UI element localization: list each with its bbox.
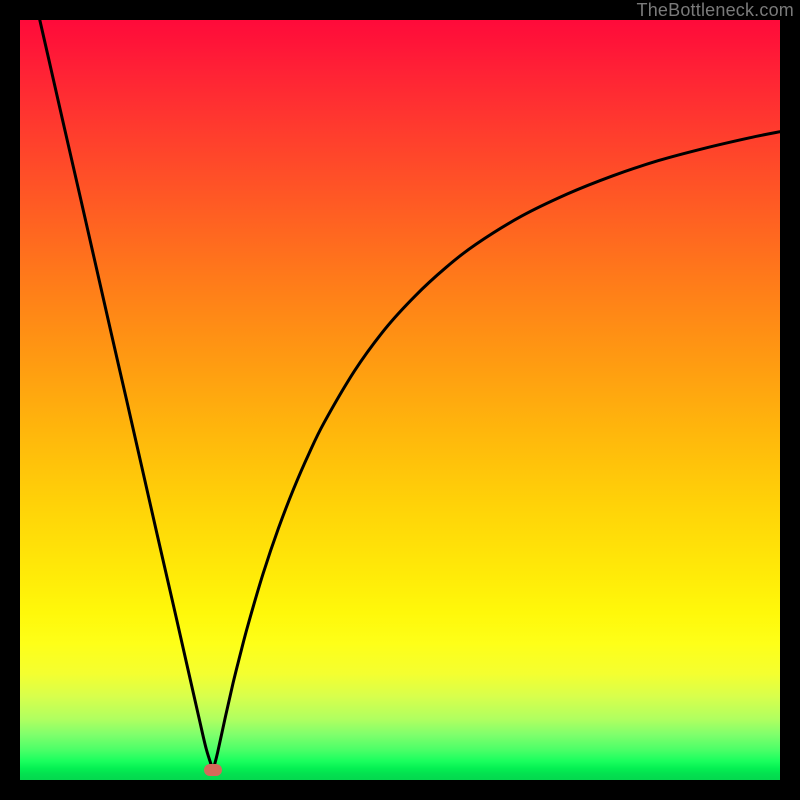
chart-frame: TheBottleneck.com [0, 0, 800, 800]
curve-path [40, 20, 780, 773]
minimum-marker [204, 764, 222, 776]
plot-area [20, 20, 780, 780]
watermark-text: TheBottleneck.com [637, 0, 794, 20]
bottleneck-curve [20, 20, 780, 780]
